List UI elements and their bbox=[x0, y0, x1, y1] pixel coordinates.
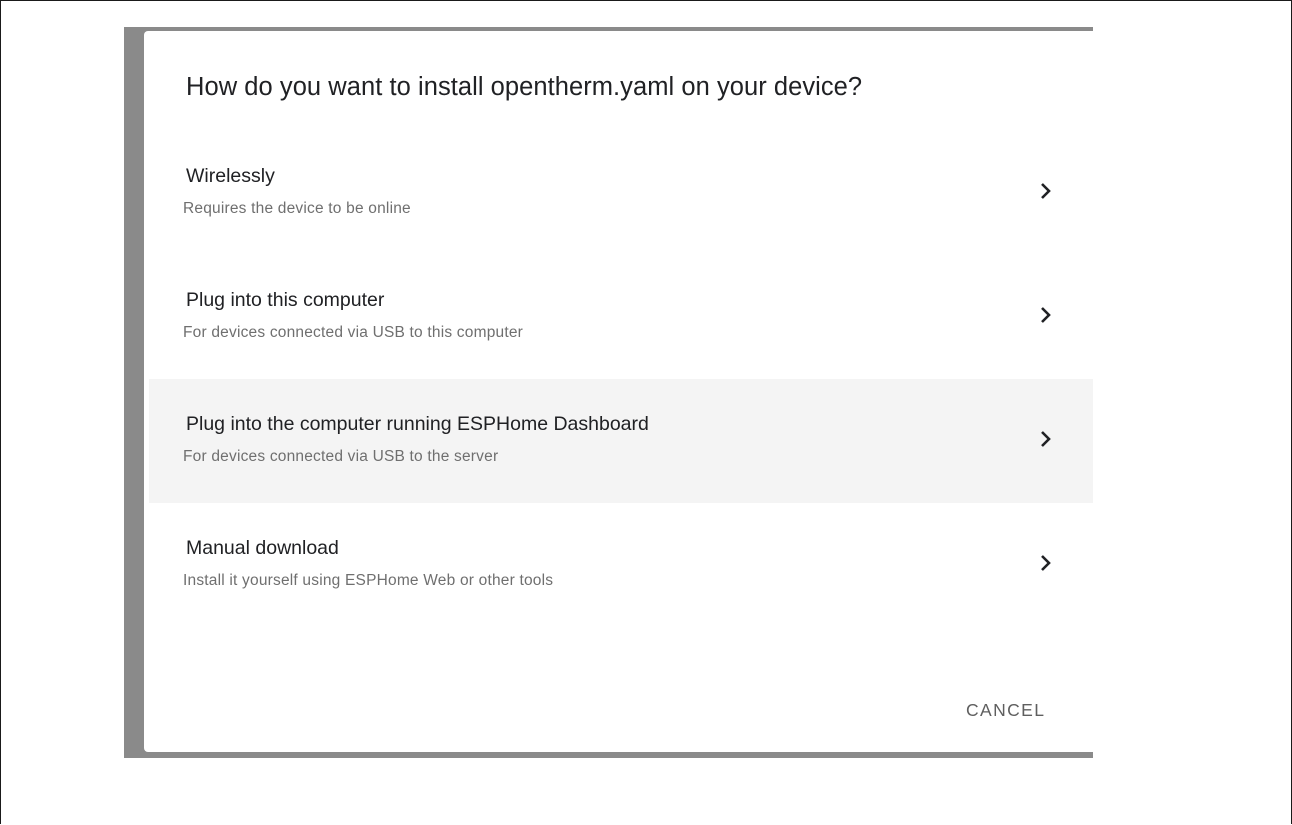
option-description: Requires the device to be online bbox=[183, 200, 411, 217]
option-description: For devices connected via USB to the ser… bbox=[183, 448, 499, 465]
option-wirelessly[interactable]: Wirelessly Requires the device to be onl… bbox=[149, 131, 1093, 255]
dialog-title: How do you want to install opentherm.yam… bbox=[186, 73, 863, 101]
chevron-right-icon bbox=[1039, 305, 1053, 325]
chevron-right-icon bbox=[1039, 429, 1053, 449]
chevron-right-icon bbox=[1039, 181, 1053, 201]
chevron-right-icon bbox=[1039, 553, 1053, 573]
install-method-dialog: How do you want to install opentherm.yam… bbox=[144, 31, 1093, 752]
option-plug-into-this-computer[interactable]: Plug into this computer For devices conn… bbox=[149, 255, 1093, 379]
option-description: For devices connected via USB to this co… bbox=[183, 324, 524, 341]
option-label: Manual download bbox=[186, 537, 339, 559]
option-description: Install it yourself using ESPHome Web or… bbox=[183, 572, 554, 589]
cancel-button[interactable]: CANCEL bbox=[966, 695, 1045, 725]
option-plug-into-server[interactable]: Plug into the computer running ESPHome D… bbox=[149, 379, 1093, 503]
option-label: Wirelessly bbox=[186, 165, 275, 187]
option-manual-download[interactable]: Manual download Install it yourself usin… bbox=[149, 503, 1093, 627]
option-label: Plug into this computer bbox=[186, 289, 385, 311]
option-label: Plug into the computer running ESPHome D… bbox=[186, 413, 649, 435]
